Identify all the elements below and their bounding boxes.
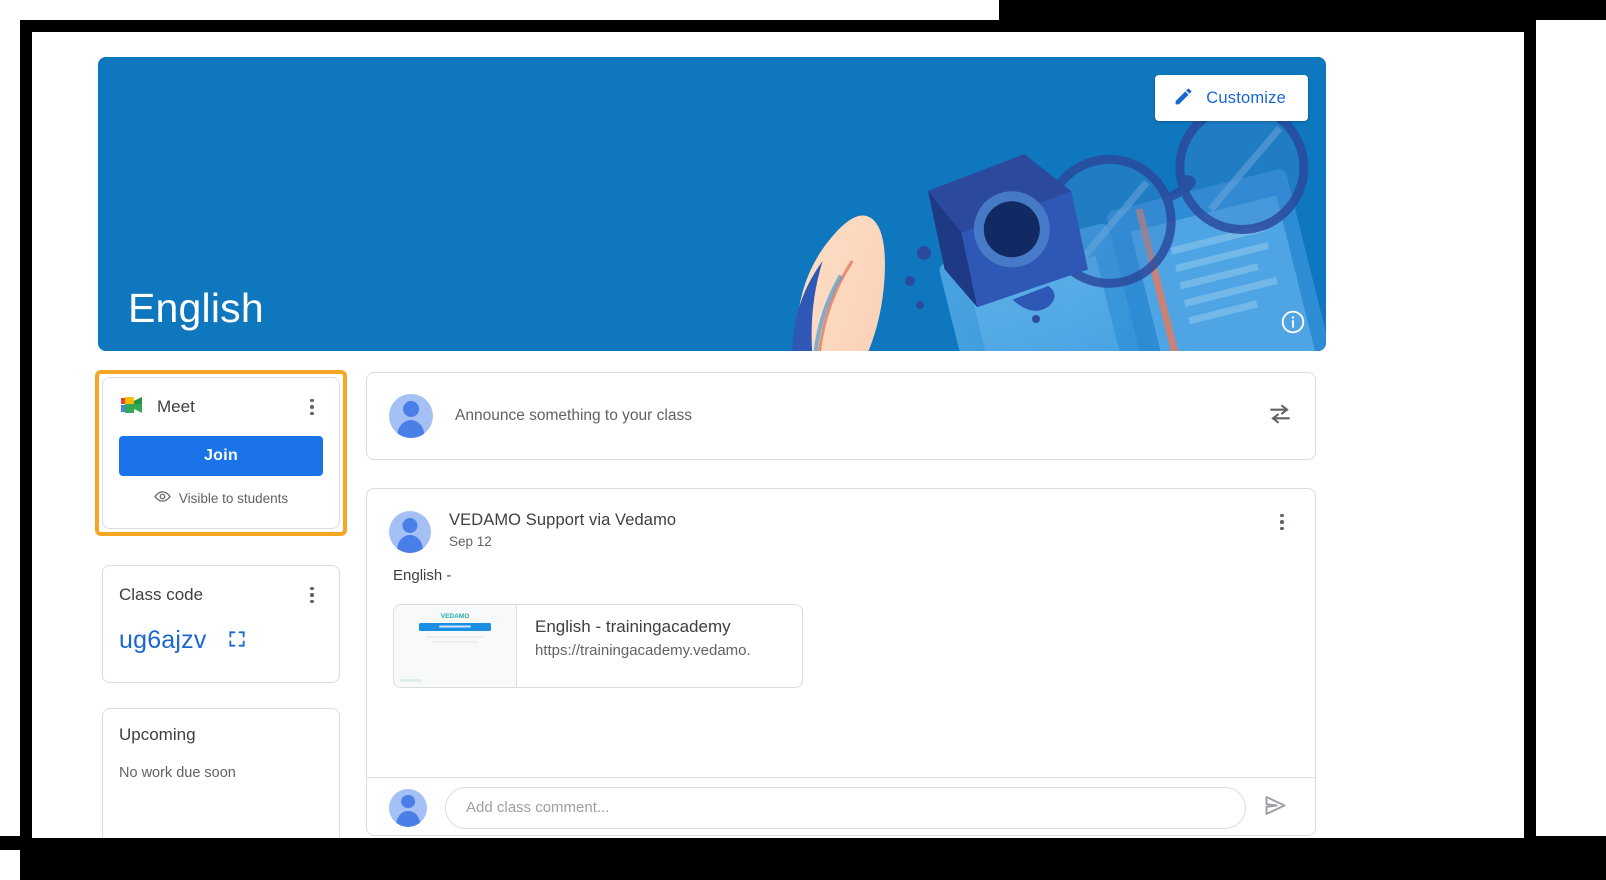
class-banner: English Customize (98, 57, 1326, 351)
meet-visibility-row: Visible to students (119, 488, 323, 508)
meet-card: Meet Join Visible to students (102, 377, 340, 529)
info-circle-icon[interactable] (1280, 309, 1306, 335)
meet-visibility-label: Visible to students (178, 490, 289, 506)
upcoming-title: Upcoming (119, 725, 196, 744)
post-body-text: English - (393, 567, 452, 584)
meet-card-header: Meet (119, 392, 323, 422)
post-header: VEDAMO Support via Vedamo Sep 12 (367, 489, 1315, 553)
frame-bleed-white-right (1536, 20, 1606, 836)
frame-bleed-white-bottomleft (0, 850, 20, 880)
link-preview-thumbnail: VEDAMO (394, 605, 517, 687)
class-code-header: Class code (119, 580, 323, 610)
stream-post: VEDAMO Support via Vedamo Sep 12 English… (366, 488, 1316, 836)
customize-button[interactable]: Customize (1155, 75, 1308, 121)
classroom-page: English Customize Meet Join Visible to s… (32, 32, 1524, 838)
meet-card-header-left: Meet (119, 394, 195, 421)
class-code-card: Class code ug6ajzv (102, 565, 340, 683)
more-vert-icon[interactable] (301, 396, 323, 418)
link-preview-title: English - trainingacademy (535, 617, 731, 636)
class-comment-input[interactable]: Add class comment... (445, 786, 1246, 829)
customize-button-label: Customize (1206, 88, 1286, 107)
avatar (389, 788, 427, 827)
upcoming-empty-text: No work due soon (119, 765, 236, 781)
post-author-name: VEDAMO Support via Vedamo (449, 511, 677, 529)
avatar (389, 394, 433, 438)
announcement-placeholder: Announce something to your class (455, 407, 692, 424)
svg-text:VEDAMO: VEDAMO (441, 613, 470, 620)
join-button[interactable]: Join (119, 436, 323, 476)
google-meet-icon (119, 394, 145, 421)
link-preview-card[interactable]: VEDAMO English - trainingacademy https:/… (393, 604, 803, 688)
fullscreen-icon[interactable] (227, 629, 247, 654)
comment-row: Add class comment... (367, 778, 1315, 835)
more-vert-icon[interactable] (301, 584, 323, 606)
eye-icon (154, 488, 171, 508)
post-author-block: VEDAMO Support via Vedamo Sep 12 (449, 511, 1271, 549)
meet-card-title: Meet (157, 397, 195, 416)
banner-illustration (98, 57, 1326, 351)
screenshot-stage: English Customize Meet Join Visible to s… (0, 0, 1606, 880)
more-vert-icon[interactable] (1271, 511, 1293, 533)
class-code-title: Class code (119, 585, 204, 604)
link-preview-meta: English - trainingacademy https://traini… (517, 605, 751, 687)
upcoming-card: Upcoming No work due soon (102, 708, 340, 838)
avatar (389, 511, 431, 553)
class-code-value[interactable]: ug6ajzv (119, 626, 207, 655)
class-comment-placeholder: Add class comment... (466, 799, 610, 816)
announcement-composer[interactable]: Announce something to your class (366, 372, 1316, 460)
post-date: Sep 12 (449, 534, 492, 549)
page-title: English (128, 285, 264, 331)
link-preview-url: https://trainingacademy.vedamo. (535, 642, 751, 659)
pencil-icon (1173, 86, 1194, 110)
share-arrows-icon[interactable] (1267, 401, 1293, 432)
send-icon[interactable] (1262, 792, 1289, 824)
